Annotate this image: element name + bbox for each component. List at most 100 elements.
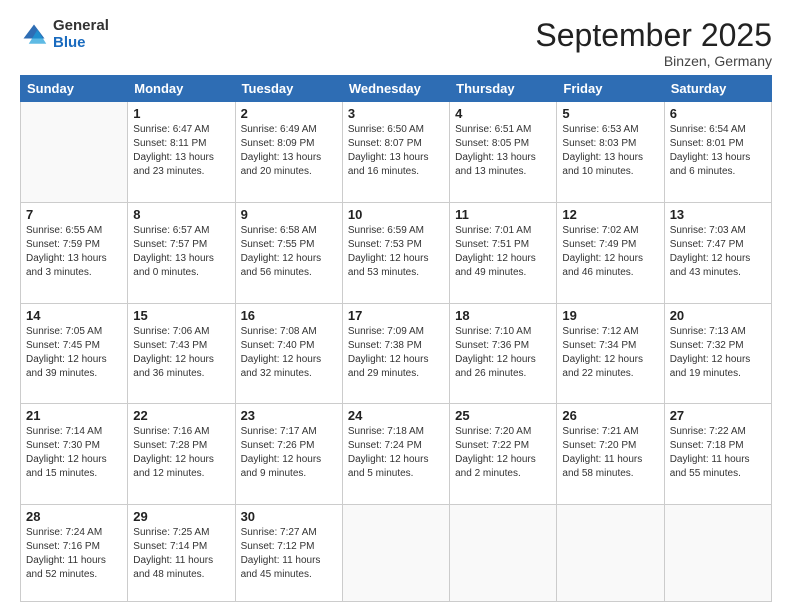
day-number: 19: [562, 308, 658, 323]
day-info: Sunrise: 7:21 AM Sunset: 7:20 PM Dayligh…: [562, 425, 658, 481]
page: General Blue September 2025 Binzen, Germ…: [0, 0, 792, 612]
day-number: 25: [455, 408, 551, 423]
day-info: Sunrise: 6:47 AM Sunset: 8:11 PM Dayligh…: [133, 123, 229, 179]
col-friday: Friday: [557, 76, 664, 102]
day-number: 28: [26, 509, 122, 524]
logo-text: General Blue: [53, 18, 109, 51]
table-row: 4Sunrise: 6:51 AM Sunset: 8:05 PM Daylig…: [450, 102, 557, 203]
table-row: 19 Sunrise: 7:12 AM Sunset: 7:34 PM Dayli…: [557, 303, 664, 404]
day-info: Sunrise: 7:09 AM Sunset: 7:38 PM Dayligh…: [348, 325, 444, 381]
day-number: 11: [455, 207, 551, 222]
table-row: 7Sunrise: 6:55 AM Sunset: 7:59 PM Daylig…: [21, 202, 128, 303]
col-sunday: Sunday: [21, 76, 128, 102]
col-wednesday: Wednesday: [342, 76, 449, 102]
day-number: 21: [26, 408, 122, 423]
day-number: 15: [133, 308, 229, 323]
logo: General Blue: [20, 18, 109, 51]
table-row: 21 Sunrise: 7:14 AM Sunset: 7:30 PM Dayli…: [21, 404, 128, 505]
day-info: Sunrise: 7:18 AM Sunset: 7:24 PM Dayligh…: [348, 425, 444, 481]
day-number: 30: [241, 509, 337, 524]
table-row: 18 Sunrise: 7:10 AM Sunset: 7:36 PM Dayli…: [450, 303, 557, 404]
col-saturday: Saturday: [664, 76, 771, 102]
table-row: 3 Sunrise: 6:50 AM Sunset: 8:07 PM Daylig…: [342, 102, 449, 203]
col-thursday: Thursday: [450, 76, 557, 102]
table-row: 13 Sunrise: 7:03 AM Sunset: 7:47 PM Dayli…: [664, 202, 771, 303]
day-number: 8: [133, 207, 229, 222]
table-row: 28 Sunrise: 7:24 AM Sunset: 7:16 PM Dayli…: [21, 504, 128, 601]
day-info: Sunrise: 7:16 AM Sunset: 7:28 PM Dayligh…: [133, 425, 229, 481]
table-row: 30 Sunrise: 7:27 AM Sunset: 7:12 PM Dayli…: [235, 504, 342, 601]
col-monday: Monday: [128, 76, 235, 102]
table-row: [664, 504, 771, 601]
table-row: [21, 102, 128, 203]
day-number: 12: [562, 207, 658, 222]
title-block: September 2025 Binzen, Germany: [535, 18, 772, 69]
day-number: 18: [455, 308, 551, 323]
day-info: Sunrise: 6:49 AM Sunset: 8:09 PM Dayligh…: [241, 123, 337, 179]
calendar-subtitle: Binzen, Germany: [535, 53, 772, 69]
day-number: 1: [133, 106, 229, 121]
table-row: [342, 504, 449, 601]
table-row: 24 Sunrise: 7:18 AM Sunset: 7:24 PM Dayli…: [342, 404, 449, 505]
day-number: 10: [348, 207, 444, 222]
day-info: Sunrise: 7:13 AM Sunset: 7:32 PM Dayligh…: [670, 325, 766, 381]
table-row: 17Sunrise: 7:09 AM Sunset: 7:38 PM Dayli…: [342, 303, 449, 404]
table-row: 16 Sunrise: 7:08 AM Sunset: 7:40 PM Dayli…: [235, 303, 342, 404]
table-row: 6Sunrise: 6:54 AM Sunset: 8:01 PM Daylig…: [664, 102, 771, 203]
logo-icon: [20, 21, 48, 49]
day-info: Sunrise: 7:14 AM Sunset: 7:30 PM Dayligh…: [26, 425, 122, 481]
day-number: 27: [670, 408, 766, 423]
day-info: Sunrise: 7:06 AM Sunset: 7:43 PM Dayligh…: [133, 325, 229, 381]
calendar-header-row: Sunday Monday Tuesday Wednesday Thursday…: [21, 76, 772, 102]
table-row: 25 Sunrise: 7:20 AM Sunset: 7:22 PM Dayli…: [450, 404, 557, 505]
table-row: 8 Sunrise: 6:57 AM Sunset: 7:57 PM Daylig…: [128, 202, 235, 303]
day-info: Sunrise: 7:22 AM Sunset: 7:18 PM Dayligh…: [670, 425, 766, 481]
day-info: Sunrise: 6:55 AM Sunset: 7:59 PM Dayligh…: [26, 224, 122, 280]
day-info: Sunrise: 7:17 AM Sunset: 7:26 PM Dayligh…: [241, 425, 337, 481]
logo-general: General: [53, 18, 109, 35]
table-row: 10 Sunrise: 6:59 AM Sunset: 7:53 PM Dayli…: [342, 202, 449, 303]
day-info: Sunrise: 6:50 AM Sunset: 8:07 PM Dayligh…: [348, 123, 444, 179]
table-row: 29 Sunrise: 7:25 AM Sunset: 7:14 PM Dayli…: [128, 504, 235, 601]
table-row: 5Sunrise: 6:53 AM Sunset: 8:03 PM Daylig…: [557, 102, 664, 203]
day-number: 24: [348, 408, 444, 423]
day-number: 13: [670, 207, 766, 222]
table-row: 23Sunrise: 7:17 AM Sunset: 7:26 PM Dayli…: [235, 404, 342, 505]
day-info: Sunrise: 7:01 AM Sunset: 7:51 PM Dayligh…: [455, 224, 551, 280]
day-info: Sunrise: 7:10 AM Sunset: 7:36 PM Dayligh…: [455, 325, 551, 381]
day-number: 29: [133, 509, 229, 524]
table-row: 2 Sunrise: 6:49 AM Sunset: 8:09 PM Daylig…: [235, 102, 342, 203]
day-number: 20: [670, 308, 766, 323]
day-info: Sunrise: 7:08 AM Sunset: 7:40 PM Dayligh…: [241, 325, 337, 381]
day-number: 26: [562, 408, 658, 423]
day-info: Sunrise: 7:03 AM Sunset: 7:47 PM Dayligh…: [670, 224, 766, 280]
day-info: Sunrise: 7:27 AM Sunset: 7:12 PM Dayligh…: [241, 526, 337, 582]
day-info: Sunrise: 6:51 AM Sunset: 8:05 PM Dayligh…: [455, 123, 551, 179]
day-info: Sunrise: 7:20 AM Sunset: 7:22 PM Dayligh…: [455, 425, 551, 481]
day-info: Sunrise: 7:02 AM Sunset: 7:49 PM Dayligh…: [562, 224, 658, 280]
day-info: Sunrise: 6:54 AM Sunset: 8:01 PM Dayligh…: [670, 123, 766, 179]
table-row: [557, 504, 664, 601]
day-info: Sunrise: 6:53 AM Sunset: 8:03 PM Dayligh…: [562, 123, 658, 179]
day-number: 9: [241, 207, 337, 222]
day-info: Sunrise: 6:57 AM Sunset: 7:57 PM Dayligh…: [133, 224, 229, 280]
table-row: [450, 504, 557, 601]
day-number: 3: [348, 106, 444, 121]
day-info: Sunrise: 7:05 AM Sunset: 7:45 PM Dayligh…: [26, 325, 122, 381]
table-row: 1 Sunrise: 6:47 AM Sunset: 8:11 PM Daylig…: [128, 102, 235, 203]
day-info: Sunrise: 6:59 AM Sunset: 7:53 PM Dayligh…: [348, 224, 444, 280]
header: General Blue September 2025 Binzen, Germ…: [20, 18, 772, 69]
day-info: Sunrise: 7:25 AM Sunset: 7:14 PM Dayligh…: [133, 526, 229, 582]
day-number: 16: [241, 308, 337, 323]
table-row: 26 Sunrise: 7:21 AM Sunset: 7:20 PM Dayli…: [557, 404, 664, 505]
table-row: 9 Sunrise: 6:58 AM Sunset: 7:55 PM Daylig…: [235, 202, 342, 303]
day-info: Sunrise: 6:58 AM Sunset: 7:55 PM Dayligh…: [241, 224, 337, 280]
day-info: Sunrise: 7:12 AM Sunset: 7:34 PM Dayligh…: [562, 325, 658, 381]
table-row: 11 Sunrise: 7:01 AM Sunset: 7:51 PM Dayli…: [450, 202, 557, 303]
col-tuesday: Tuesday: [235, 76, 342, 102]
day-number: 22: [133, 408, 229, 423]
day-info: Sunrise: 7:24 AM Sunset: 7:16 PM Dayligh…: [26, 526, 122, 582]
calendar-title: September 2025: [535, 18, 772, 53]
table-row: 20 Sunrise: 7:13 AM Sunset: 7:32 PM Dayli…: [664, 303, 771, 404]
day-number: 2: [241, 106, 337, 121]
